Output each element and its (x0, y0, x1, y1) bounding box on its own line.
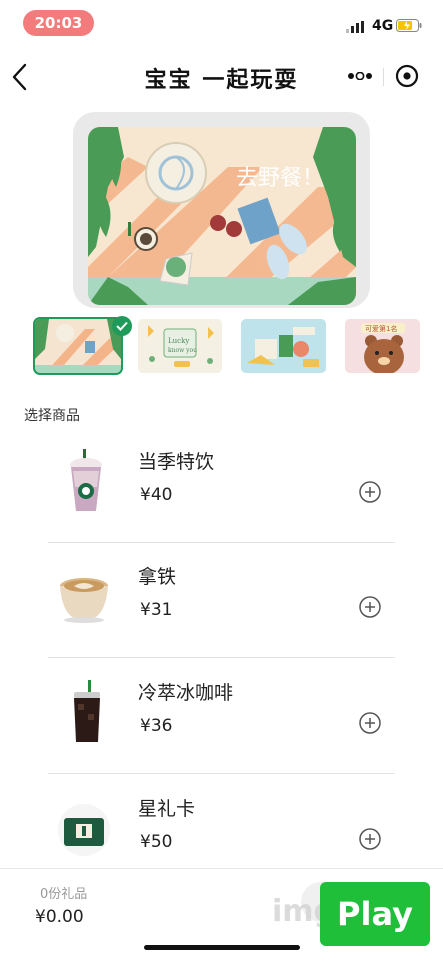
hero-caption-text: 去野餐！ (236, 166, 324, 191)
frappuccino-image (70, 449, 102, 511)
nav-bar: 宝宝 一起玩耍 (0, 48, 443, 106)
total-price: ¥0.00 (35, 907, 84, 927)
lucky-thumb-image: Lucky know you (138, 319, 222, 373)
watermark-right-text: Play (320, 882, 430, 946)
status-bar: 20:03 4G (0, 0, 443, 48)
add-circle-icon[interactable] (359, 481, 381, 503)
signal-icon (346, 21, 364, 33)
add-circle-icon[interactable] (359, 596, 381, 618)
theme-thumb-bear[interactable]: 可爱第1名 (345, 319, 420, 373)
product-name: 冷萃冰咖啡 (138, 682, 234, 704)
mini-program-capsule (338, 60, 428, 92)
product-name: 星礼卡 (138, 798, 196, 820)
network-type: 4G (372, 18, 394, 34)
add-circle-icon[interactable] (359, 828, 381, 850)
select-products-label: 选择商品 (24, 408, 80, 424)
theme-thumb-gift[interactable] (241, 319, 326, 373)
close-mini-program-icon[interactable] (394, 63, 420, 89)
cold-brew-image (74, 680, 100, 742)
theme-thumb-picnic[interactable] (33, 317, 123, 375)
product-item-latte: 拿铁 ¥31 (48, 542, 395, 658)
product-item-seasonal-drink: 当季特饮 ¥40 (48, 427, 395, 543)
picnic-illustration: 去野餐！ (88, 127, 356, 305)
bear-thumb-image: 可爱第1名 (345, 319, 420, 373)
theme-thumb-lucky[interactable]: Lucky know you (138, 319, 222, 373)
product-price: ¥36 (140, 716, 173, 736)
product-price: ¥40 (140, 485, 173, 505)
product-price: ¥50 (140, 832, 173, 852)
gift-card-image (58, 804, 110, 856)
gift-thumb-image (241, 319, 326, 373)
battery-icon (396, 19, 422, 32)
imgplay-watermark: img Play (272, 880, 432, 950)
product-price: ¥31 (140, 600, 173, 620)
more-button[interactable] (338, 60, 382, 92)
svg-text:Lucky: Lucky (168, 337, 189, 345)
add-circle-icon[interactable] (359, 712, 381, 734)
latte-image (60, 578, 108, 623)
picnic-thumb-image (35, 319, 121, 373)
status-time: 20:03 (23, 10, 94, 36)
more-dots-icon (348, 72, 372, 80)
svg-text:know you: know you (168, 347, 197, 354)
product-name: 当季特饮 (138, 451, 215, 473)
capsule-divider (383, 68, 384, 86)
product-name: 拿铁 (138, 566, 177, 588)
product-item-cold-brew: 冷萃冰咖啡 ¥36 (48, 658, 395, 774)
svg-text:可爱第1名: 可爱第1名 (365, 324, 397, 333)
selected-check-icon (112, 316, 132, 336)
gift-count: 0份礼品 (40, 887, 88, 902)
card-theme-selector: Lucky know you 可爱第1名 (0, 315, 443, 377)
card-preview-picnic: 去野餐！ (88, 127, 356, 305)
